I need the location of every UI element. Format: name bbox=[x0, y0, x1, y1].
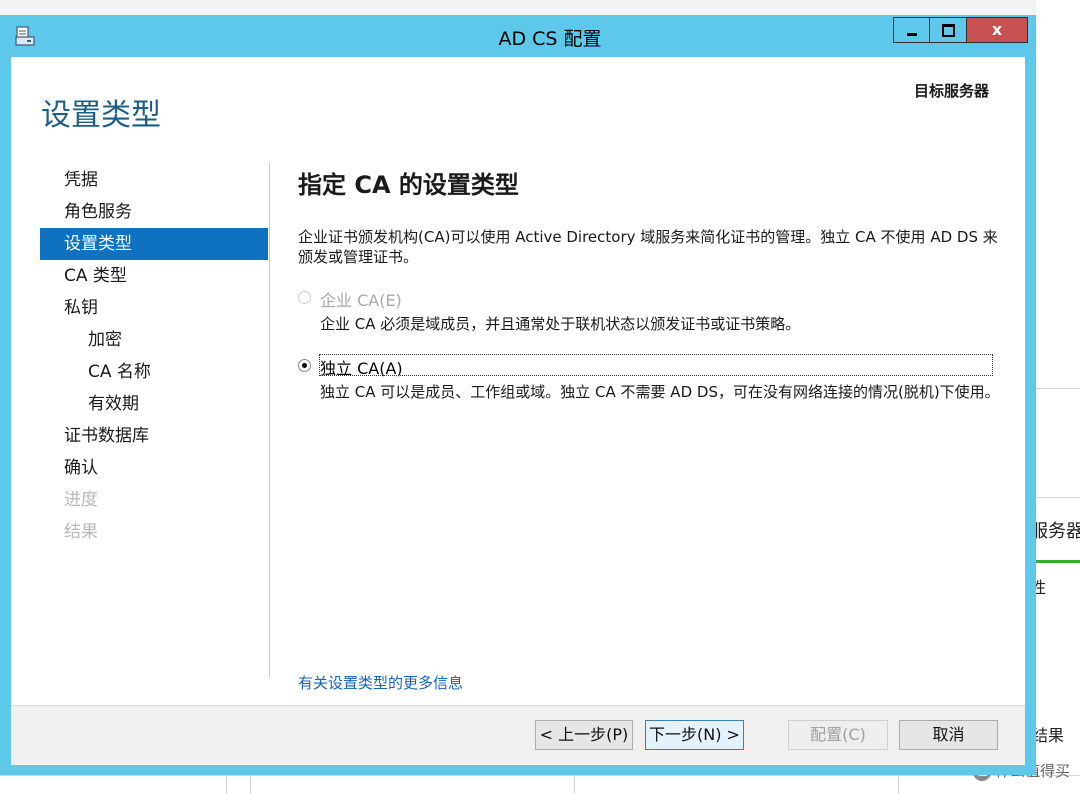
background-text-servers: 服务器 bbox=[1030, 521, 1080, 542]
minimize-button[interactable] bbox=[893, 17, 930, 43]
title-bar[interactable]: AD CS 配置 x bbox=[0, 15, 1036, 57]
maximize-icon bbox=[942, 24, 955, 37]
wizard-nav: 凭据 角色服务 设置类型 CA 类型 私钥 加密 CA 名称 有效期 证书数据库… bbox=[40, 164, 268, 548]
configure-button[interactable]: 配置(C) bbox=[788, 720, 888, 750]
radio-standalone-ca[interactable]: 独立 CA(A) 独立 CA 可以是成员、工作组或域。独立 CA 不需要 AD … bbox=[298, 354, 1000, 425]
target-server-value bbox=[818, 99, 1004, 133]
minimize-icon bbox=[907, 33, 917, 36]
background-taskbar-fragment bbox=[0, 775, 1080, 794]
close-button[interactable]: x bbox=[967, 17, 1028, 43]
button-bar: < 上一步(P) 下一步(N) > 配置(C) 取消 bbox=[11, 705, 1025, 765]
adcs-config-window: AD CS 配置 x 设置类型 目标服务器 凭据 角色服务 设置类型 CA 类型… bbox=[0, 15, 1036, 775]
background-text-results: 结果 bbox=[1032, 726, 1065, 745]
nav-divider bbox=[269, 163, 270, 677]
background-window-fragment: 服务器 性 结果 bbox=[1030, 0, 1080, 793]
nav-item-role-services[interactable]: 角色服务 bbox=[40, 196, 268, 228]
nav-item-cryptography[interactable]: 加密 bbox=[40, 324, 268, 356]
radio-enterprise-ca-label: 企业 CA(E) bbox=[320, 291, 402, 310]
maximize-button[interactable] bbox=[930, 17, 967, 43]
nav-item-credentials[interactable]: 凭据 bbox=[40, 164, 268, 196]
page-title: 设置类型 bbox=[41, 98, 161, 133]
next-button[interactable]: 下一步(N) > bbox=[645, 720, 744, 750]
section-heading: 指定 CA 的设置类型 bbox=[298, 171, 519, 199]
nav-item-private-key[interactable]: 私钥 bbox=[40, 292, 268, 324]
nav-item-validity-period[interactable]: 有效期 bbox=[40, 388, 268, 420]
radio-standalone-ca-indicator[interactable] bbox=[298, 359, 311, 372]
more-info-link[interactable]: 有关设置类型的更多信息 bbox=[298, 672, 463, 693]
radio-enterprise-ca[interactable]: 企业 CA(E) 企业 CA 必须是域成员，并且通常处于联机状态以颁发证书或证书… bbox=[298, 287, 998, 337]
nav-item-results: 结果 bbox=[64, 522, 98, 542]
main-content: 指定 CA 的设置类型 企业证书颁发机构(CA)可以使用 Active Dire… bbox=[298, 165, 1000, 401]
radio-standalone-ca-label: 独立 CA(A) bbox=[319, 354, 993, 378]
nav-item-ca-type[interactable]: CA 类型 bbox=[40, 260, 268, 292]
section-description: 企业证书颁发机构(CA)可以使用 Active Directory 域服务来简化… bbox=[298, 228, 998, 266]
cancel-button[interactable]: 取消 bbox=[899, 720, 998, 750]
close-icon: x bbox=[991, 20, 1003, 39]
previous-button[interactable]: < 上一步(P) bbox=[535, 720, 633, 750]
radio-enterprise-ca-indicator[interactable] bbox=[298, 291, 311, 304]
target-server-label: 目标服务器 bbox=[914, 82, 990, 100]
nav-item-progress: 进度 bbox=[64, 490, 98, 510]
nav-item-certificate-database[interactable]: 证书数据库 bbox=[40, 420, 268, 452]
radio-standalone-ca-description: 独立 CA 可以是成员、工作组或域。独立 CA 不需要 AD DS，可在没有网络… bbox=[320, 383, 1000, 401]
nav-item-confirmation[interactable]: 确认 bbox=[40, 452, 268, 484]
dialog-client-area: 设置类型 目标服务器 凭据 角色服务 设置类型 CA 类型 私钥 加密 CA 名… bbox=[11, 57, 1025, 765]
nav-item-ca-name[interactable]: CA 名称 bbox=[40, 356, 268, 388]
nav-item-setup-type[interactable]: 设置类型 bbox=[40, 228, 268, 260]
radio-enterprise-ca-description: 企业 CA 必须是域成员，并且通常处于联机状态以颁发证书或证书策略。 bbox=[320, 315, 801, 333]
